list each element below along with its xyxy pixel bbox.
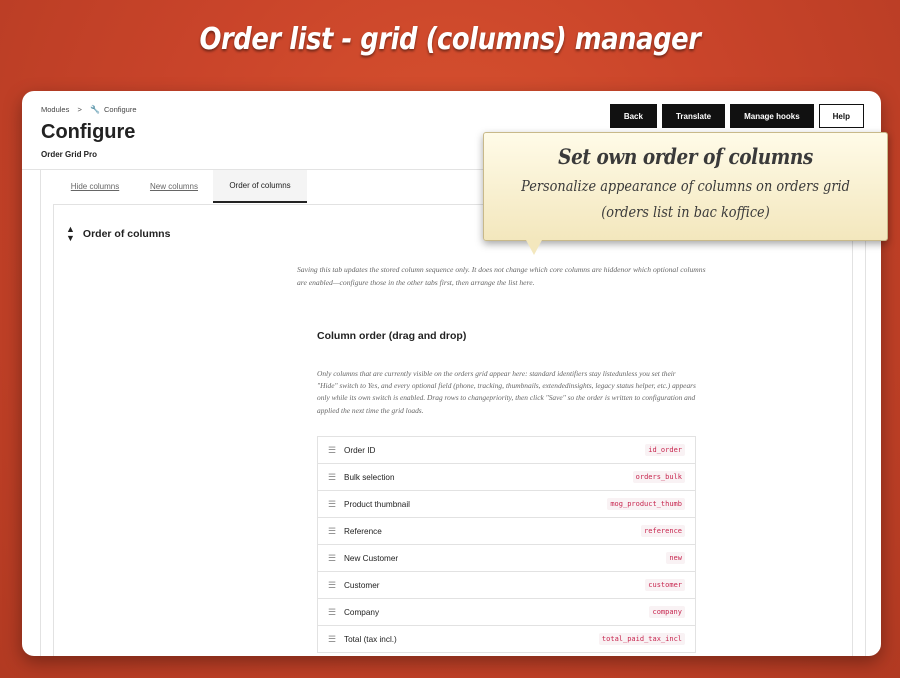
promo-banner-title: Order list - grid (columns) manager (199, 22, 701, 57)
tab-hide-columns[interactable]: Hide columns (55, 170, 135, 203)
drag-handle-icon[interactable]: ☰ (328, 526, 336, 537)
column-key: id_order (645, 444, 685, 456)
main-content: Hide columns New columns Order of column… (40, 170, 866, 656)
drag-handle-icon[interactable]: ☰ (328, 472, 336, 483)
toolbar: Back Translate Manage hooks Help (609, 104, 864, 128)
breadcrumb-current: Configure (104, 105, 137, 114)
column-order-title: Column order (drag and drop) (317, 330, 467, 342)
breadcrumb-parent[interactable]: Modules (41, 105, 69, 114)
column-row-new-customer[interactable]: ☰ New Customer new (318, 545, 695, 572)
drag-handle-icon[interactable]: ☰ (328, 445, 336, 456)
page-subtitle: Order Grid Pro (41, 150, 98, 159)
callout-title: Set own order of columns (558, 144, 813, 169)
column-row-reference[interactable]: ☰ Reference reference (318, 518, 695, 545)
column-key: customer (645, 579, 685, 591)
card-heading: ▲ ▼ Order of columns (66, 225, 170, 243)
column-label: Company (344, 607, 380, 617)
column-row-id-order[interactable]: ☰ Order ID id_order (318, 437, 695, 464)
column-label: Customer (344, 580, 380, 590)
column-label: Bulk selection (344, 472, 395, 482)
drag-handle-icon[interactable]: ☰ (328, 580, 336, 591)
column-order-list: ☰ Order ID id_order ☰ Bulk selection ord… (317, 436, 696, 653)
column-row-product-thumb[interactable]: ☰ Product thumbnail mog_product_thumb (318, 491, 695, 518)
callout-line-1: Personalize appearance of columns on ord… (521, 177, 850, 195)
column-label: Product thumbnail (344, 499, 410, 509)
back-button[interactable]: Back (609, 104, 657, 128)
column-row-total-paid[interactable]: ☰ Total (tax incl.) total_paid_tax_incl (318, 626, 695, 653)
column-row-customer[interactable]: ☰ Customer customer (318, 572, 695, 599)
breadcrumb: Modules > 🔧 Configure (41, 105, 137, 114)
order-of-columns-card: ▲ ▼ Order of columns Saving this tab upda… (53, 204, 853, 656)
card-heading-label: Order of columns (82, 228, 171, 240)
column-key: orders_bulk (632, 471, 685, 483)
column-label: Total (tax incl.) (344, 634, 397, 644)
callout-line-2: (orders list in bac koffice) (601, 203, 770, 222)
wrench-icon: 🔧 (89, 105, 100, 114)
column-label: New Customer (344, 553, 399, 563)
column-order-help-text: Only columns that are currently visible … (317, 369, 696, 415)
card-help-text: Saving this tab updates the stored colum… (297, 265, 706, 287)
column-key: mog_product_thumb (607, 498, 685, 510)
column-row-company[interactable]: ☰ Company company (318, 599, 695, 626)
help-button[interactable]: Help (818, 104, 864, 128)
column-key: new (666, 552, 685, 564)
feature-callout: Set own order of columns Personalize app… (483, 132, 888, 255)
drag-handle-icon[interactable]: ☰ (328, 607, 336, 618)
column-key: company (649, 606, 685, 618)
breadcrumb-separator: > (77, 105, 82, 114)
column-label: Reference (344, 526, 382, 536)
column-key: total_paid_tax_incl (598, 633, 685, 645)
tab-order-of-columns[interactable]: Order of columns (213, 170, 307, 203)
drag-handle-icon[interactable]: ☰ (328, 553, 336, 564)
manage-hooks-button[interactable]: Manage hooks (730, 104, 814, 128)
drag-handle-icon[interactable]: ☰ (328, 634, 336, 645)
page-title: Configure (41, 121, 136, 143)
column-label: Order ID (344, 445, 376, 455)
tab-new-columns[interactable]: New columns (135, 170, 213, 203)
column-row-orders-bulk[interactable]: ☰ Bulk selection orders_bulk (318, 464, 695, 491)
sort-icon: ▲ ▼ (66, 224, 75, 243)
translate-button[interactable]: Translate (661, 104, 726, 128)
drag-handle-icon[interactable]: ☰ (328, 499, 336, 510)
column-key: reference (641, 525, 685, 537)
callout-text: Personalize appearance of columns on ord… (512, 173, 859, 226)
